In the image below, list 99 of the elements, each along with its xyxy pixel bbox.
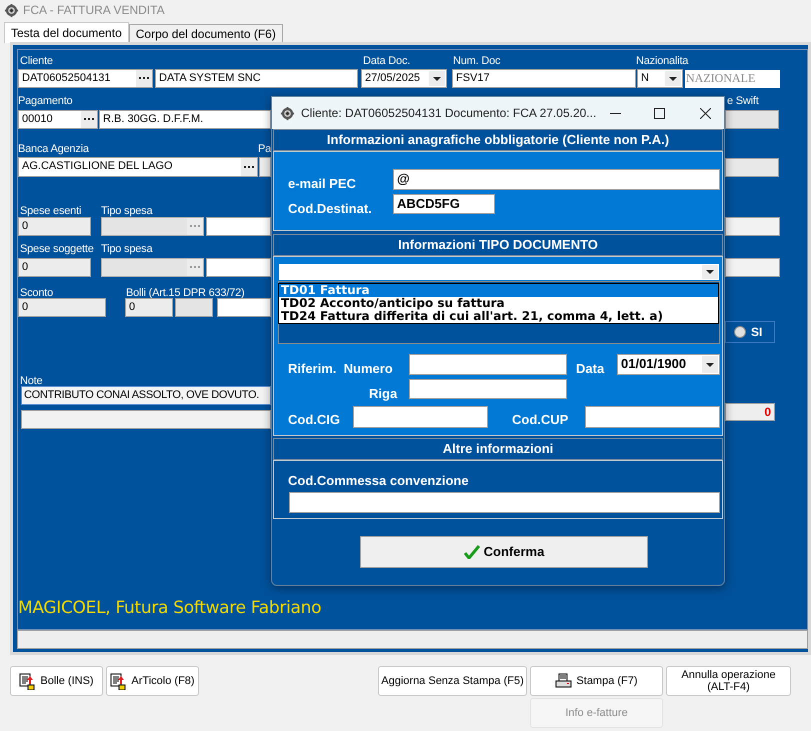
input-field[interactable] [353, 406, 488, 428]
dialog-title: Cliente: DAT06052504131 Documento: FCA 27.05.20... [301, 105, 596, 122]
field-label: Sconto [20, 286, 54, 300]
field-label: e-mail PEC [288, 176, 356, 191]
footer-text: MAGICOEL, Futura Software Fabriano [18, 598, 322, 618]
field-label: Cod.Commessa convenzione [288, 473, 469, 488]
date-field[interactable]: 01/01/1900 [617, 354, 720, 375]
input-field[interactable]: 0 [125, 298, 173, 317]
input-field[interactable] [217, 298, 271, 317]
total-field: 0 [725, 403, 775, 421]
browse-button[interactable] [241, 158, 257, 176]
dropdown-button[interactable] [429, 71, 445, 86]
dropdown-button[interactable] [702, 356, 718, 373]
caret-icon [433, 76, 441, 80]
action-button[interactable]: Aggiorna Senza Stampa (F5) [378, 666, 527, 696]
close-icon [700, 108, 712, 118]
confirm-button[interactable]: Conferma [360, 536, 648, 568]
ellipsis-icon [244, 166, 254, 168]
tab[interactable]: Testa del documento [4, 22, 129, 43]
field-label: e Swift [727, 94, 759, 108]
caret-icon [706, 362, 714, 366]
input-field[interactable] [259, 157, 271, 177]
gear-icon [4, 2, 19, 18]
field-label: Num. Doc [453, 54, 500, 68]
input-field[interactable]: @ [393, 169, 720, 190]
field-label: Cod.CIG [288, 412, 340, 427]
field-label: Data Doc. [363, 54, 410, 68]
field-label: Tipo spesa [101, 204, 152, 218]
input-field[interactable]: ABCD5FG [393, 194, 495, 214]
caret-icon [669, 76, 677, 80]
check-icon [464, 545, 480, 559]
field-label: Riferim. Numero [288, 361, 393, 376]
input-field[interactable]: 0 [18, 258, 91, 277]
input-field[interactable]: R.B. 30GG. D.F.F.M. [99, 110, 271, 129]
radio-option[interactable]: SI [725, 321, 775, 343]
input-field[interactable] [725, 110, 779, 129]
input-field[interactable]: 0 [18, 217, 91, 236]
document-icon [19, 672, 36, 690]
tab[interactable]: Corpo del documento (F6) [128, 24, 283, 43]
field-label: Spese esenti [20, 204, 82, 218]
section-header: Altre informazioni [273, 438, 723, 460]
input-field[interactable]: DAT06052504131 [18, 69, 153, 88]
section-header: Informazioni anagrafiche obbligatorie (Cliente non P.A.) [273, 129, 723, 151]
dropdown-button[interactable] [665, 71, 681, 86]
input-field[interactable] [409, 354, 567, 375]
ellipsis-icon [190, 266, 200, 269]
field-label: Spese soggette [20, 242, 94, 256]
browse-button[interactable] [81, 111, 97, 128]
field-label: Cod.Destinat. [288, 201, 372, 216]
dropdown-field[interactable] [101, 217, 204, 236]
input-field[interactable]: 0 [18, 298, 106, 317]
input-field[interactable] [206, 217, 271, 236]
field-label: Cliente [20, 54, 53, 68]
input-field[interactable] [206, 258, 271, 277]
dropdown-option[interactable]: TD01 Fattura [279, 284, 718, 297]
field-label: Nazionalita [636, 54, 688, 68]
input-field[interactable]: FSV17 [452, 69, 636, 88]
maximize-icon [654, 108, 666, 118]
section-header: Informazioni TIPO DOCUMENTO [273, 234, 723, 256]
ellipsis-icon [139, 77, 149, 80]
input-field[interactable] [585, 406, 720, 428]
input-field[interactable]: CONTRIBUTO CONAI ASSOLTO, OVE DOVUTO. [21, 386, 271, 405]
field-label: Bolli (Art.15 DPR 633/72) [126, 286, 244, 300]
field-label: Pagamento [18, 94, 72, 108]
input-field[interactable] [725, 217, 780, 236]
action-button[interactable]: ArTicolo (F8) [106, 666, 199, 696]
ellipsis-icon [84, 118, 94, 121]
input-field[interactable]: AG.CASTIGLIONE DEL LAGO [18, 157, 258, 177]
field-label: Banca Agenzia [18, 142, 89, 156]
input-field[interactable] [409, 379, 567, 399]
printer-icon [555, 672, 572, 690]
dropdown-button[interactable] [702, 265, 718, 279]
input-field[interactable] [175, 298, 213, 317]
gear-icon [280, 106, 295, 120]
dropdown-field[interactable]: N [637, 69, 683, 88]
field-label: Pa [258, 142, 272, 156]
radio-button[interactable] [734, 326, 746, 338]
browse-button[interactable] [136, 70, 152, 87]
field-label: Data [576, 361, 604, 376]
caret-icon [706, 270, 714, 274]
input-field[interactable] [725, 258, 780, 277]
field-label: Riga [369, 386, 398, 401]
dropdown-field[interactable] [278, 263, 720, 281]
field-label: Cod.CUP [512, 412, 568, 427]
action-button[interactable]: Annulla operazione (ALT-F4) [666, 666, 791, 696]
field-label: Note [20, 374, 42, 388]
document-icon [110, 672, 128, 690]
ellipsis-icon [190, 225, 200, 228]
input-field[interactable] [21, 410, 271, 429]
input-field[interactable] [725, 158, 779, 177]
field-label: Tipo spesa [101, 242, 152, 256]
input-field[interactable]: 00010 [18, 110, 98, 129]
date-field[interactable]: 27/05/2025 [361, 69, 447, 88]
input-field[interactable] [289, 492, 720, 513]
action-button[interactable]: Bolle (INS) [10, 666, 103, 696]
dropdown-field[interactable] [101, 258, 204, 277]
input-field[interactable]: DATA SYSTEM SNC [155, 69, 358, 88]
action-button[interactable]: Stampa (F7) [530, 666, 663, 696]
window-title: FCA - FATTURA VENDITA [23, 2, 165, 19]
